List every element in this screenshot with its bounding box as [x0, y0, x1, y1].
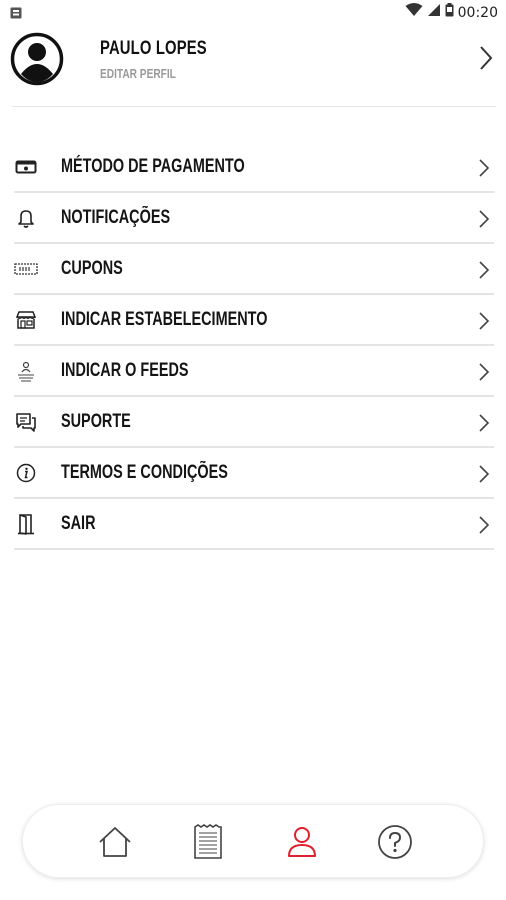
chevron-right-icon [478, 260, 490, 285]
menu-item-support[interactable]: SUPORTE [14, 397, 494, 448]
chevron-right-icon [478, 362, 490, 387]
menu-item-logout[interactable]: SAIR [14, 499, 494, 550]
chevron-right-icon[interactable] [478, 44, 494, 77]
menu-item-label: SUPORTE [61, 411, 131, 432]
user-icon [286, 825, 318, 864]
chevron-right-icon [478, 209, 490, 234]
chat-icon [14, 411, 38, 433]
menu-item-recommend-store[interactable]: INDICAR ESTABELECIMENTO [14, 295, 494, 346]
menu-item-terms[interactable]: TERMOS E CONDIÇÕES [14, 448, 494, 499]
menu-item-label: NOTIFICAÇÕES [61, 207, 171, 228]
status-bar: 00:20 [0, 0, 506, 26]
coupon-icon [14, 258, 38, 280]
status-time: 00:20 [457, 4, 498, 21]
menu-item-payment-method[interactable]: MÉTODO DE PAGAMENTO [14, 142, 494, 193]
menu-item-notifications[interactable]: NOTIFICAÇÕES [14, 193, 494, 244]
profile-name: PAULO LOPES [100, 38, 207, 59]
menu-item-label: CUPONS [61, 258, 123, 279]
battery-icon [445, 3, 454, 22]
home-icon [97, 825, 133, 864]
wallet-icon [14, 156, 38, 178]
help-icon [377, 824, 413, 865]
nav-home-button[interactable] [95, 824, 135, 864]
door-icon [14, 513, 38, 535]
settings-menu: MÉTODO DE PAGAMENTO NOTIFICAÇÕES CUPONS … [14, 142, 494, 550]
menu-item-label: MÉTODO DE PAGAMENTO [61, 156, 245, 177]
menu-item-label: INDICAR ESTABELECIMENTO [61, 309, 268, 330]
bottom-nav [22, 804, 484, 878]
info-icon [14, 462, 38, 484]
chevron-right-icon [478, 311, 490, 336]
menu-item-label: INDICAR O FEEDS [61, 360, 189, 381]
chevron-right-icon [478, 464, 490, 489]
divider [12, 106, 496, 107]
menu-item-coupons[interactable]: CUPONS [14, 244, 494, 295]
nav-orders-button[interactable] [188, 823, 228, 865]
profile-header[interactable]: PAULO LOPES EDITAR PERFIL [10, 30, 496, 92]
wifi-icon [405, 3, 423, 22]
store-icon [14, 309, 38, 331]
receipt-icon [192, 823, 224, 865]
nav-profile-button[interactable] [282, 824, 322, 864]
edit-profile-link[interactable]: EDITAR PERFIL [100, 66, 176, 81]
menu-item-label: SAIR [61, 513, 96, 534]
bell-icon [14, 207, 38, 229]
avatar-icon[interactable] [10, 32, 64, 86]
chevron-right-icon [478, 158, 490, 183]
notification-icon [10, 6, 22, 24]
chevron-right-icon [478, 413, 490, 438]
recommend-icon [14, 360, 38, 382]
menu-item-label: TERMOS E CONDIÇÕES [61, 462, 228, 483]
menu-item-recommend-feeds[interactable]: INDICAR O FEEDS [14, 346, 494, 397]
signal-icon [427, 3, 441, 22]
nav-help-button[interactable] [375, 824, 415, 864]
chevron-right-icon [478, 515, 490, 540]
